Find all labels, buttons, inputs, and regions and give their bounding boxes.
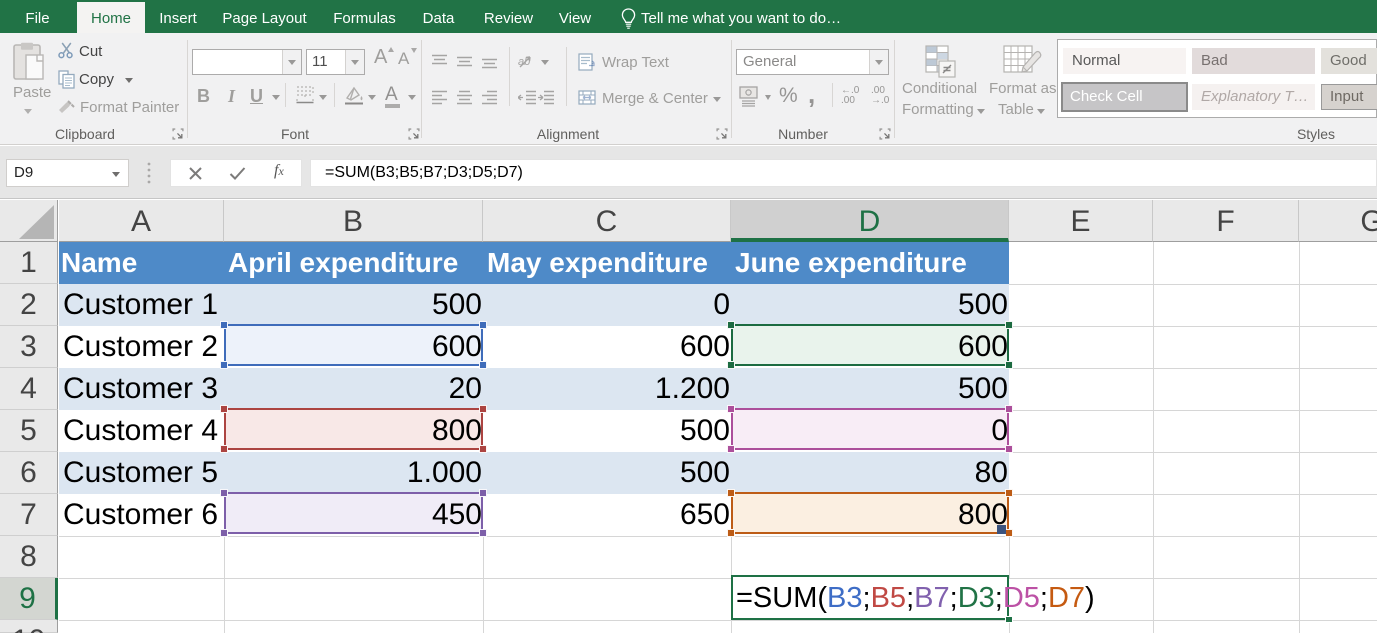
svg-text:ab: ab <box>518 56 530 68</box>
